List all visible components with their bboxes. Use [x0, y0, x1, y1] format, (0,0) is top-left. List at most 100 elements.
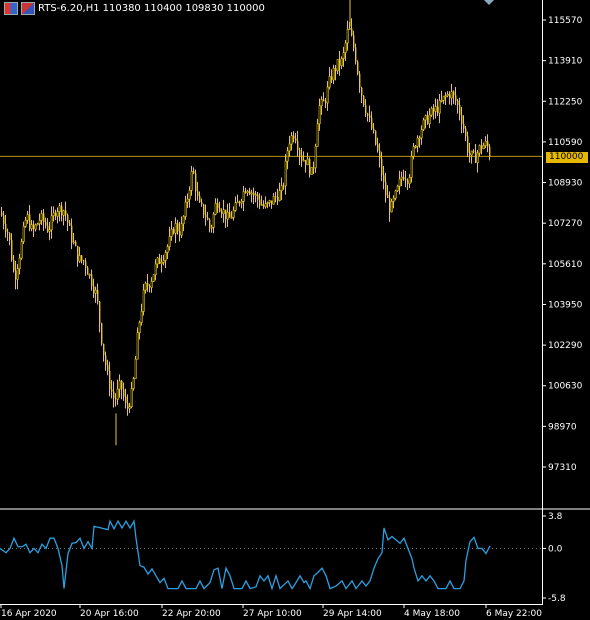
candle-body — [190, 171, 193, 191]
candle-body — [353, 35, 355, 48]
time-tick-label: 22 Apr 20:00 — [162, 609, 221, 619]
candle-body — [170, 228, 173, 237]
candle-body — [403, 177, 405, 180]
candle-body — [390, 201, 393, 213]
candle-body — [263, 204, 265, 207]
candle-body — [225, 209, 227, 220]
candle-body — [288, 143, 291, 152]
candle-body — [210, 226, 213, 229]
candle-body — [416, 137, 419, 147]
candle-body — [371, 117, 373, 129]
candle-body — [459, 104, 461, 115]
candle-body — [91, 274, 93, 287]
candle-body — [20, 241, 23, 259]
candle-body — [81, 255, 83, 261]
candle-body — [154, 263, 157, 276]
price-tick-label: 100630 — [548, 382, 583, 392]
candle-body — [254, 194, 257, 196]
candle-body — [290, 135, 293, 145]
candle-body — [283, 185, 285, 187]
price-tick-label: 112250 — [548, 97, 583, 107]
candle-body — [257, 194, 259, 200]
candle-body — [24, 219, 27, 227]
candle-body — [71, 225, 73, 242]
candle-body — [424, 115, 427, 121]
candle-body — [440, 100, 443, 102]
candle-body — [453, 91, 455, 96]
candle-body — [450, 91, 453, 99]
candle-body — [381, 158, 383, 176]
candle-body — [36, 223, 39, 226]
candle-body — [188, 190, 191, 200]
candle-body — [140, 311, 143, 323]
candle-body — [232, 209, 235, 218]
candle-body — [264, 203, 267, 207]
price-tick-label: 115570 — [548, 16, 583, 26]
candle-body — [5, 224, 7, 232]
candle-body — [182, 216, 185, 225]
candle-body — [250, 192, 253, 195]
candle-body — [278, 190, 281, 201]
candle-body — [482, 145, 485, 150]
time-tick-label: 4 May 18:00 — [404, 609, 460, 619]
candle-body — [125, 396, 127, 404]
candle-body — [418, 137, 421, 140]
price-tick-label: 107270 — [548, 219, 583, 229]
candle-body — [342, 52, 345, 59]
candle-body — [56, 211, 59, 217]
candle-body — [150, 281, 153, 288]
candle-body — [437, 106, 439, 114]
candle-body — [33, 224, 35, 230]
candle-body — [107, 365, 109, 371]
price-chart[interactable]: 115570 113910 112250 110590 108930 107270 1056… — [0, 0, 590, 620]
candle-body — [134, 358, 137, 379]
candle-body — [152, 274, 155, 282]
main-price-pane — [0, 0, 542, 446]
candle-body — [408, 177, 411, 184]
candle-body — [88, 274, 91, 276]
candle-body — [272, 196, 275, 205]
candle-body — [229, 212, 231, 218]
candle-body — [389, 197, 391, 212]
candle-body — [475, 152, 477, 163]
candle-body — [357, 61, 359, 74]
candle-body — [197, 191, 199, 197]
candle-body — [355, 47, 357, 62]
candle-body — [332, 67, 335, 81]
candle-body — [346, 28, 349, 44]
candle-body — [193, 171, 195, 174]
time-tick-label: 29 Apr 14:00 — [323, 609, 382, 619]
candle-body — [299, 150, 301, 156]
candle-body — [203, 204, 205, 215]
candle-body — [177, 223, 179, 232]
candle-body — [306, 158, 309, 166]
candle-body — [226, 212, 229, 220]
candle-body — [340, 58, 343, 66]
candle-body — [61, 205, 63, 216]
candle-body — [214, 203, 217, 215]
candle-body — [316, 123, 319, 147]
candle-body — [62, 210, 65, 216]
indicator-pane — [0, 519, 542, 591]
candle-body — [242, 191, 245, 202]
candle-body — [434, 106, 437, 112]
candle-body — [40, 213, 43, 221]
candle-body — [367, 113, 369, 116]
candle-body — [85, 261, 87, 268]
candle-body — [379, 150, 381, 159]
candle-body — [179, 231, 181, 236]
candle-body — [457, 100, 459, 105]
candle-body — [168, 236, 171, 247]
candle-body — [230, 217, 233, 219]
candle-body — [116, 388, 119, 400]
candle-body — [109, 370, 111, 390]
candle-body — [201, 202, 203, 205]
candle-body — [103, 343, 105, 356]
candle-body — [309, 159, 311, 175]
candle-body — [87, 267, 89, 275]
candle-body — [144, 282, 147, 291]
candle-body — [320, 99, 323, 107]
candle-body — [58, 205, 61, 212]
candle-body — [449, 94, 451, 98]
candle-body — [166, 246, 169, 253]
